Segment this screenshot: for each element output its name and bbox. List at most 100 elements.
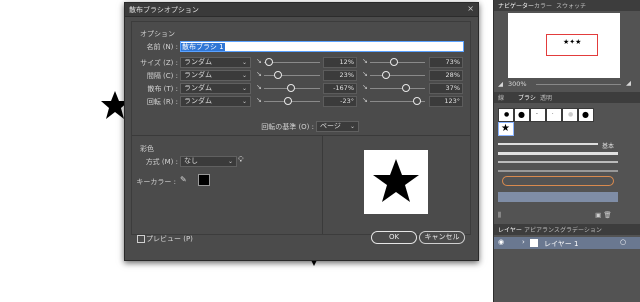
brushes-tabbar: 線 ブラシ 透明 bbox=[494, 92, 640, 103]
close-icon[interactable]: × bbox=[467, 4, 474, 13]
scatter-min-field[interactable]: -167% bbox=[323, 83, 357, 94]
slider-min-icon: ↘ bbox=[256, 96, 262, 104]
scatter-max-knob[interactable] bbox=[402, 84, 410, 92]
options-header: オプション bbox=[140, 30, 175, 38]
brush-swatch[interactable]: · bbox=[546, 108, 562, 122]
name-input[interactable]: 散布ブラシ 1 bbox=[180, 41, 464, 52]
tab-swatches[interactable]: スウォッチ bbox=[556, 1, 586, 10]
rotation-ref-dropdown[interactable]: ページ ⌄ bbox=[316, 121, 359, 132]
layer-name[interactable]: レイヤー 1 bbox=[544, 239, 578, 249]
tab-color[interactable]: カラー bbox=[534, 1, 552, 10]
options-panel: オプション 名前 (N) : 散布ブラシ 1 サイズ (Z) : ランダム ⌄ ↘… bbox=[131, 21, 471, 235]
tab-brushes[interactable]: ブラシ bbox=[518, 93, 536, 102]
brush-swatch[interactable]: ● bbox=[578, 108, 594, 122]
brush-stroke[interactable] bbox=[498, 161, 618, 163]
spacing-min-knob[interactable] bbox=[274, 71, 282, 79]
spacing-min-track[interactable] bbox=[264, 75, 320, 76]
star-shape-icon: ★✦★ bbox=[563, 38, 582, 46]
brush-swatch[interactable]: ● bbox=[498, 108, 514, 122]
brush-stroke[interactable] bbox=[498, 152, 618, 155]
brush-stroke-art[interactable] bbox=[502, 176, 614, 186]
size-min-knob[interactable] bbox=[265, 58, 273, 66]
expand-arrow-icon[interactable]: › bbox=[522, 238, 525, 246]
scatter-max-field[interactable]: 37% bbox=[429, 83, 463, 94]
delete-brush-icon[interactable]: 🗑︎ bbox=[603, 211, 611, 219]
slider-max-icon: ↘ bbox=[362, 96, 368, 104]
dialog-titlebar[interactable]: 散布ブラシオプション × bbox=[125, 3, 478, 17]
scatter-min-knob[interactable] bbox=[287, 84, 295, 92]
rotation-ref-label: 回転の基準 (O) : bbox=[261, 123, 314, 131]
chevron-down-icon: ⌄ bbox=[241, 59, 247, 66]
key-color-label: キーカラー : bbox=[136, 178, 176, 186]
tab-layers[interactable]: レイヤー bbox=[498, 225, 522, 234]
rotation-min-track[interactable] bbox=[264, 101, 320, 102]
brush-library-icon[interactable]: ⫼ bbox=[498, 211, 501, 219]
spacing-max-track[interactable] bbox=[370, 75, 425, 76]
key-color-swatch[interactable] bbox=[198, 174, 210, 186]
spacing-label: 間隔 (C) : bbox=[146, 72, 178, 80]
chevron-down-icon: ⌄ bbox=[241, 98, 247, 105]
lightbulb-icon[interactable]: 💡︎ bbox=[238, 155, 244, 165]
preview-label: プレビュー (P) bbox=[146, 235, 193, 243]
brush-stroke-selected[interactable] bbox=[498, 192, 618, 202]
divider bbox=[132, 135, 470, 136]
tab-stroke[interactable]: 線 bbox=[498, 93, 504, 102]
scatter-brush-options-dialog: 散布ブラシオプション × オプション 名前 (N) : 散布ブラシ 1 サイズ … bbox=[124, 2, 479, 261]
navigator-tabbar: ナビゲーター カラー スウォッチ bbox=[494, 0, 640, 11]
spacing-max-field[interactable]: 28% bbox=[429, 70, 463, 81]
zoom-value[interactable]: 300% bbox=[508, 80, 527, 88]
tab-navigator[interactable]: ナビゲーター bbox=[498, 1, 534, 10]
brush-swatch[interactable]: ● bbox=[562, 108, 578, 122]
tab-transparency[interactable]: 透明 bbox=[540, 93, 552, 102]
brush-swatch-selected[interactable]: ★ bbox=[498, 122, 514, 136]
ok-button[interactable]: OK bbox=[371, 231, 417, 244]
zoom-out-icon[interactable]: ◢ bbox=[498, 80, 503, 88]
slider-min-icon: ↘ bbox=[256, 70, 262, 78]
size-label: サイズ (Z) : bbox=[140, 59, 178, 67]
spacing-mode-dropdown[interactable]: ランダム ⌄ bbox=[180, 70, 251, 81]
brush-swatch[interactable]: - bbox=[530, 108, 546, 122]
tab-appearance[interactable]: アピアランス bbox=[524, 225, 560, 234]
cancel-button[interactable]: キャンセル bbox=[419, 231, 465, 244]
brush-swatch[interactable]: ● bbox=[514, 108, 530, 122]
name-input-value: 散布ブラシ 1 bbox=[181, 43, 225, 51]
brushes-toolbar: ⫼ ▣ 🗑︎ bbox=[498, 211, 638, 221]
star-preview-icon bbox=[373, 159, 419, 202]
eyedropper-icon[interactable]: ✎ bbox=[180, 175, 187, 184]
scatter-label: 散布 (T) : bbox=[147, 85, 178, 93]
rotation-max-field[interactable]: 123° bbox=[429, 96, 463, 107]
tab-gradient[interactable]: グラデーション bbox=[560, 225, 602, 234]
slider-min-icon: ↘ bbox=[256, 57, 262, 65]
spacing-min-field[interactable]: 23% bbox=[323, 70, 357, 81]
scatter-max-track[interactable] bbox=[370, 88, 425, 89]
new-brush-icon[interactable]: ▣ bbox=[595, 211, 601, 219]
zoom-slider-track[interactable] bbox=[536, 84, 621, 85]
chevron-down-icon: ⌄ bbox=[241, 72, 247, 79]
size-min-field[interactable]: 12% bbox=[323, 57, 357, 68]
method-dropdown[interactable]: なし ⌄ bbox=[180, 156, 237, 167]
size-max-knob[interactable] bbox=[390, 58, 398, 66]
preview-checkbox[interactable] bbox=[137, 235, 145, 243]
brush-stroke[interactable] bbox=[498, 170, 618, 172]
layer-thumbnail bbox=[530, 239, 538, 247]
scatter-mode-dropdown[interactable]: ランダム ⌄ bbox=[180, 83, 251, 94]
brush-stroke-basic[interactable] bbox=[498, 143, 598, 145]
basic-brush-label: 基本 bbox=[602, 143, 615, 150]
navigator-thumbnail[interactable]: ★✦★ bbox=[508, 13, 620, 78]
brush-library-grid: ● ● - · ● ● ★ bbox=[498, 108, 623, 138]
zoom-row: ◢ 300% ◢ bbox=[494, 79, 640, 89]
size-max-field[interactable]: 73% bbox=[429, 57, 463, 68]
target-icon[interactable]: ○ bbox=[620, 238, 626, 246]
rotation-min-knob[interactable] bbox=[284, 97, 292, 105]
name-label: 名前 (N) : bbox=[146, 43, 178, 51]
right-panel-dock: ナビゲーター カラー スウォッチ ★✦★ ◢ 300% ◢ 線 ブラシ 透明 ●… bbox=[493, 0, 640, 302]
rotation-min-field[interactable]: -23° bbox=[323, 96, 357, 107]
chevron-down-icon: ⌄ bbox=[349, 123, 355, 130]
zoom-in-icon[interactable]: ◢ bbox=[626, 79, 631, 87]
spacing-max-knob[interactable] bbox=[382, 71, 390, 79]
layer-row[interactable]: ◉ › レイヤー 1 ○ bbox=[494, 237, 640, 249]
visibility-eye-icon[interactable]: ◉ bbox=[498, 238, 504, 246]
rotation-max-knob[interactable] bbox=[413, 97, 421, 105]
size-mode-dropdown[interactable]: ランダム ⌄ bbox=[180, 57, 251, 68]
rotation-mode-dropdown[interactable]: ランダム ⌄ bbox=[180, 96, 251, 107]
